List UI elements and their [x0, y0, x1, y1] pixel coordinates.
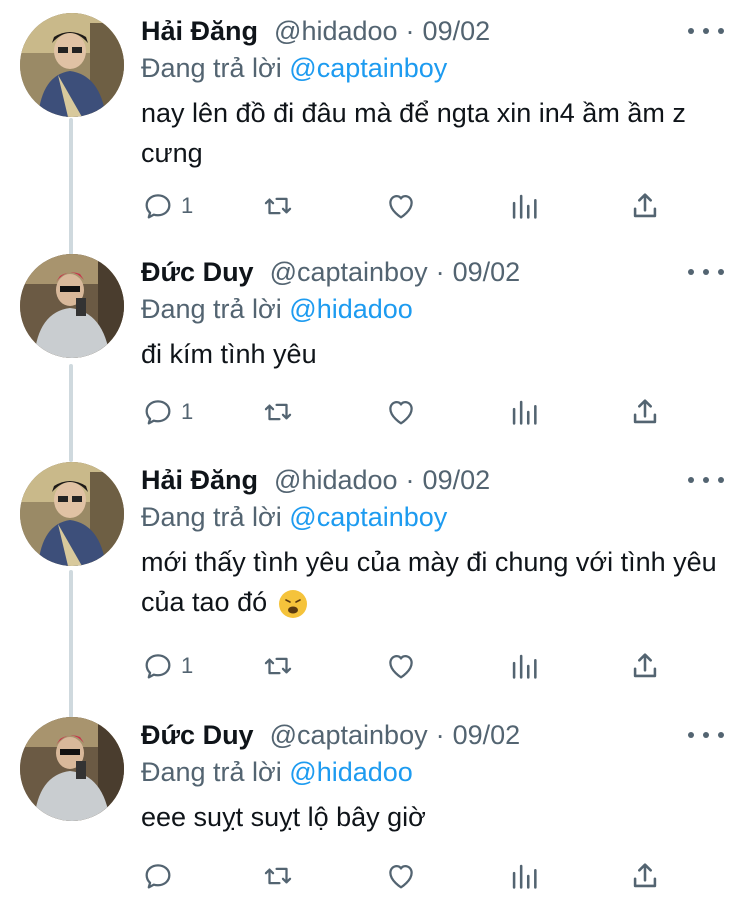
separator: · — [405, 464, 415, 495]
reply-prefix: Đang trả lời — [141, 53, 282, 83]
action-bar — [141, 856, 681, 896]
reply-button[interactable]: 1 — [141, 646, 193, 686]
separator: · — [435, 256, 445, 287]
retweet-icon — [264, 657, 292, 675]
reply-count: 1 — [181, 653, 194, 678]
reply-context: Đang trả lời @hidadoo — [141, 294, 413, 325]
heart-icon — [389, 400, 413, 425]
views-icon — [512, 654, 537, 679]
share-button[interactable] — [628, 856, 662, 896]
share-icon — [633, 653, 657, 678]
tweet[interactable]: Đức Duy @captainboy · 09/02 Đang trả lời… — [0, 717, 750, 901]
tweet[interactable]: Đức Duy @captainboy · 09/02 Đang trả lời… — [0, 254, 750, 434]
share-button[interactable] — [628, 186, 662, 226]
views-icon — [512, 864, 537, 889]
tweet-text: nay lên đồ đi đâu mà để ngta xin in4 ầm … — [141, 98, 686, 168]
heart-icon — [389, 864, 413, 889]
weary-face-emoji — [278, 589, 307, 618]
avatar[interactable] — [20, 254, 124, 358]
more-icon[interactable] — [688, 470, 724, 490]
action-bar: 1 — [141, 646, 681, 686]
display-name[interactable]: Hải Đăng — [141, 465, 258, 496]
reply-count: 1 — [181, 193, 194, 218]
tweet-date[interactable]: 09/02 — [453, 720, 521, 751]
like-button[interactable] — [384, 186, 418, 226]
reply-button[interactable] — [141, 856, 181, 896]
views-button[interactable] — [507, 392, 541, 432]
views-button[interactable] — [507, 646, 541, 686]
share-icon — [633, 399, 657, 424]
reply-prefix: Đang trả lời — [141, 294, 282, 324]
user-handle[interactable]: @hidadoo — [274, 16, 398, 47]
reply-icon — [145, 654, 171, 679]
tweet-date[interactable]: 09/02 — [423, 16, 491, 47]
views-icon — [512, 400, 537, 425]
views-button[interactable] — [507, 856, 541, 896]
reply-mention[interactable]: @captainboy — [289, 53, 447, 83]
more-icon[interactable] — [688, 725, 724, 745]
reply-icon — [145, 400, 171, 425]
separator: · — [435, 719, 445, 750]
reply-icon — [145, 864, 171, 889]
reply-context: Đang trả lời @hidadoo — [141, 757, 413, 788]
reply-mention[interactable]: @captainboy — [289, 502, 447, 532]
reply-context: Đang trả lời @captainboy — [141, 502, 447, 533]
share-icon — [633, 863, 657, 888]
tweet-date[interactable]: 09/02 — [423, 465, 491, 496]
separator: · — [405, 15, 415, 46]
retweet-icon — [264, 867, 292, 885]
reply-prefix: Đang trả lời — [141, 502, 282, 532]
tweet-text: eee suỵt suỵt lộ bây giờ — [141, 802, 426, 832]
tweet-text: mới thấy tình yêu của mày đi chung với t… — [141, 547, 717, 617]
share-button[interactable] — [628, 392, 662, 432]
avatar[interactable] — [20, 13, 124, 117]
display-name[interactable]: Đức Duy — [141, 720, 254, 751]
retweet-button[interactable] — [261, 856, 295, 896]
more-icon[interactable] — [688, 21, 724, 41]
display-name[interactable]: Đức Duy — [141, 257, 254, 288]
action-bar: 1 — [141, 186, 681, 226]
user-handle[interactable]: @hidadoo — [274, 465, 398, 496]
like-button[interactable] — [384, 856, 418, 896]
views-button[interactable] — [507, 186, 541, 226]
user-handle[interactable]: @captainboy — [270, 720, 428, 751]
reply-context: Đang trả lời @captainboy — [141, 53, 447, 84]
display-name[interactable]: Hải Đăng — [141, 16, 258, 47]
reply-mention[interactable]: @hidadoo — [289, 757, 413, 787]
heart-icon — [389, 194, 413, 219]
action-bar: 1 — [141, 392, 681, 432]
retweet-icon — [264, 403, 292, 421]
views-icon — [512, 194, 537, 219]
reply-mention[interactable]: @hidadoo — [289, 294, 413, 324]
tweet-date[interactable]: 09/02 — [453, 257, 521, 288]
share-icon — [633, 193, 657, 218]
tweet-text: đi kím tình yêu — [141, 339, 317, 369]
more-icon[interactable] — [688, 262, 724, 282]
share-button[interactable] — [628, 646, 662, 686]
reply-button[interactable]: 1 — [141, 186, 193, 226]
like-button[interactable] — [384, 646, 418, 686]
reply-prefix: Đang trả lời — [141, 757, 282, 787]
tweet[interactable]: Hải Đăng @hidadoo · 09/02 Đang trả lời @… — [0, 462, 750, 692]
reply-button[interactable]: 1 — [141, 392, 193, 432]
heart-icon — [389, 654, 413, 679]
retweet-button[interactable] — [261, 186, 295, 226]
reply-icon — [145, 194, 171, 219]
like-button[interactable] — [384, 392, 418, 432]
retweet-button[interactable] — [261, 392, 295, 432]
tweet-text-container: mới thấy tình yêu của mày đi chung với t… — [141, 542, 726, 622]
avatar[interactable] — [20, 462, 124, 566]
tweet[interactable]: Hải Đăng @hidadoo · 09/02 Đang trả lời @… — [0, 13, 750, 243]
user-handle[interactable]: @captainboy — [270, 257, 428, 288]
reply-count: 1 — [181, 399, 194, 424]
avatar[interactable] — [20, 717, 124, 821]
retweet-button[interactable] — [261, 646, 295, 686]
retweet-icon — [264, 197, 292, 215]
